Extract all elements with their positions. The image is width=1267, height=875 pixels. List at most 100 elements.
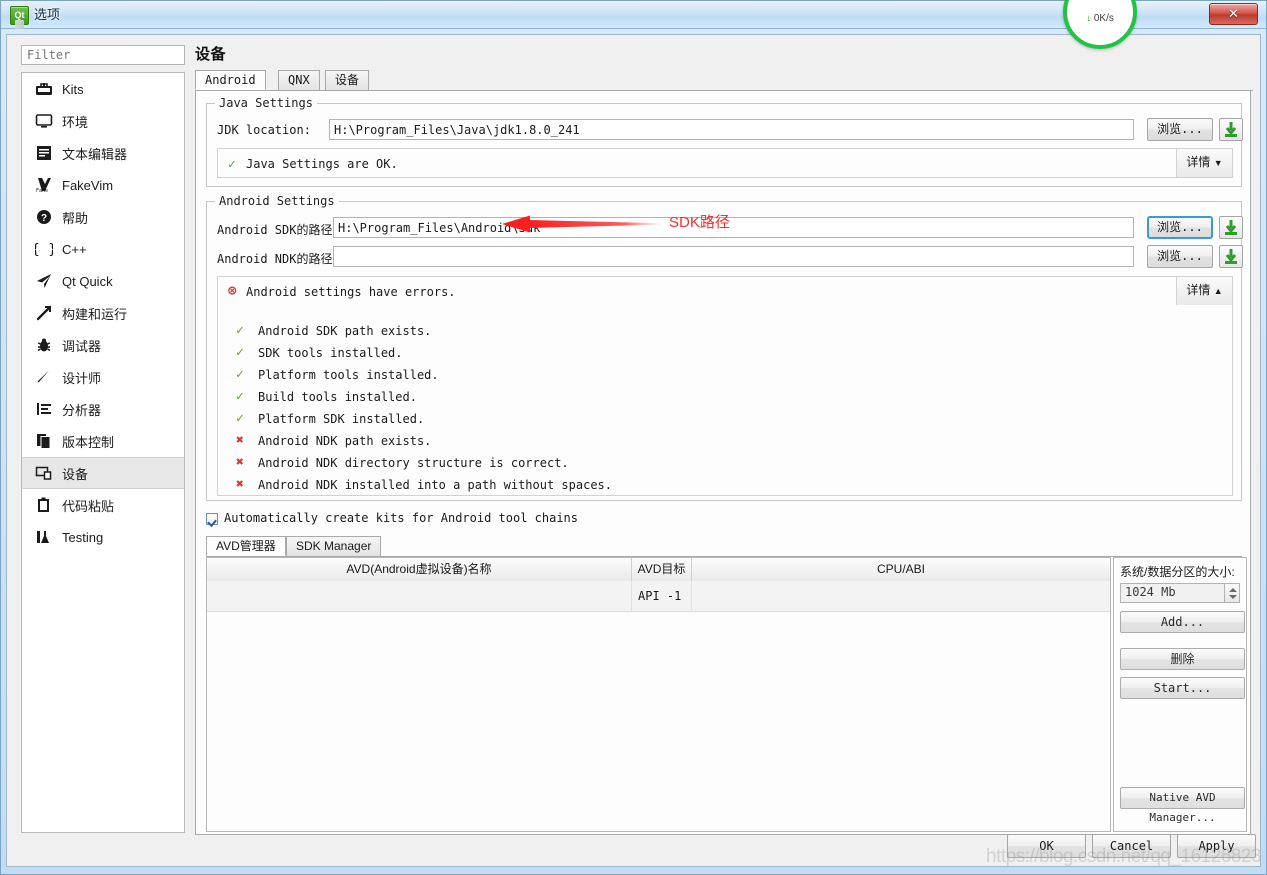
- sidebar-item-label: 文本编辑器: [62, 146, 128, 162]
- close-icon[interactable]: ✕: [1209, 3, 1258, 25]
- green-check-icon: ✓: [236, 345, 244, 360]
- java-settings-group: Java Settings JDK location: 浏览... ✓ Java…: [206, 96, 1243, 187]
- annotation-label: SDK路径: [669, 214, 730, 231]
- kits-icon: [32, 78, 56, 100]
- tab-device[interactable]: 设备: [325, 70, 370, 90]
- cancel-button[interactable]: Cancel: [1092, 834, 1171, 858]
- auto-create-kits-checkbox[interactable]: [206, 513, 218, 525]
- filter-input[interactable]: [21, 45, 185, 65]
- java-status-strip: ✓ Java Settings are OK. 详情 ▼: [217, 148, 1233, 178]
- android-sdk-browse-button[interactable]: 浏览...: [1147, 216, 1213, 239]
- android-ndk-browse-button[interactable]: 浏览...: [1147, 245, 1213, 268]
- column-header-cpu-abi[interactable]: CPU/ABI: [692, 558, 1110, 581]
- cell-avd-target: API -1: [632, 581, 692, 611]
- avd-table-header: AVD(Android虚拟设备)名称 AVD目标 CPU/ABI: [207, 558, 1110, 582]
- sidebar-item-environment[interactable]: 环境: [22, 105, 184, 137]
- delete-avd-button[interactable]: 删除: [1120, 648, 1245, 670]
- java-details-button[interactable]: 详情 ▼: [1176, 149, 1232, 177]
- ok-button[interactable]: OK: [1007, 834, 1086, 858]
- android-details-button[interactable]: 详情 ▲: [1176, 277, 1232, 305]
- window-title: 选项: [34, 7, 61, 22]
- java-settings-title: Java Settings: [215, 96, 317, 110]
- android-settings-group: Android Settings Android SDK的路径: 浏览... A…: [206, 194, 1243, 501]
- hammer-icon: [32, 302, 56, 324]
- chevron-down-icon: ▼: [1213, 158, 1223, 168]
- sidebar-item-fakevim[interactable]: Fake FakeVim: [22, 169, 184, 201]
- dialog-client-area: Kits 环境 文本编辑器 Fake FakeVim ? 帮助 { } C++: [6, 34, 1261, 867]
- table-row[interactable]: API -1: [207, 581, 1110, 612]
- sidebar-item-qt-quick[interactable]: Qt Quick: [22, 265, 184, 297]
- page-tab-bar: Android QNX 设备: [195, 70, 1253, 91]
- start-avd-button[interactable]: Start...: [1120, 677, 1245, 699]
- network-speed-upload: %: [1067, 0, 1133, 2]
- chevron-down-icon[interactable]: [1229, 595, 1237, 599]
- sidebar-item-analyzer[interactable]: 分析器: [22, 393, 184, 425]
- sidebar-item-label: C++: [62, 241, 87, 257]
- sidebar-item-label: 设计师: [62, 370, 102, 386]
- tab-avd-manager[interactable]: AVD管理器: [206, 536, 286, 556]
- sidebar-item-label: 帮助: [62, 210, 89, 226]
- sidebar-item-debugger[interactable]: 调试器: [22, 329, 184, 361]
- tab-android[interactable]: Android: [195, 70, 266, 90]
- android-sdk-label: Android SDK的路径:: [217, 223, 340, 237]
- chevron-up-icon[interactable]: [1229, 588, 1237, 592]
- green-check-icon: ✓: [228, 157, 236, 172]
- sidebar-item-version-control[interactable]: 版本控制: [22, 425, 184, 457]
- green-check-icon: ✓: [236, 389, 244, 404]
- android-sdk-input[interactable]: [333, 217, 1134, 238]
- android-status-strip: ⊗ Android settings have errors. 详情 ▲ ✓ An…: [217, 276, 1233, 496]
- red-cross-icon: ✖: [236, 477, 244, 492]
- tab-sdk-manager[interactable]: SDK Manager: [286, 536, 382, 556]
- column-header-avd-name[interactable]: AVD(Android虚拟设备)名称: [207, 558, 632, 581]
- sidebar-item-build-run[interactable]: 构建和运行: [22, 297, 184, 329]
- sidebar-item-cpp[interactable]: { } C++: [22, 233, 184, 265]
- sidebar-item-label: 环境: [62, 114, 89, 130]
- jdk-location-label: JDK location:: [217, 123, 311, 137]
- java-status-text: ✓ Java Settings are OK.: [228, 157, 398, 172]
- add-avd-button[interactable]: Add...: [1120, 611, 1245, 633]
- qt-logo-icon: Qt: [10, 6, 29, 25]
- svg-text:{ }: { }: [35, 242, 53, 257]
- sidebar-item-kits[interactable]: Kits: [22, 73, 184, 105]
- tab-qnx[interactable]: QNX: [278, 70, 320, 90]
- pen-icon: [32, 366, 56, 388]
- sidebar-item-code-paste[interactable]: 代码粘贴: [22, 489, 184, 521]
- android-sdk-download-arrow-icon[interactable]: [1219, 216, 1243, 239]
- android-ndk-input[interactable]: [333, 246, 1134, 267]
- avd-table[interactable]: AVD(Android虚拟设备)名称 AVD目标 CPU/ABI API -1: [206, 557, 1111, 832]
- native-avd-manager-button[interactable]: Native AVD Manager...: [1120, 787, 1245, 824]
- clipboard-icon: [32, 494, 56, 516]
- column-header-avd-target[interactable]: AVD目标: [632, 558, 692, 581]
- network-speed-download: ↓ 0K/s: [1067, 13, 1133, 24]
- red-cross-icon: ✖: [236, 433, 244, 448]
- check-item: ✓ Platform tools installed.: [236, 367, 439, 383]
- partition-size-stepper[interactable]: 1024 Mb: [1120, 583, 1240, 603]
- cell-avd-name: [207, 581, 632, 611]
- bug-icon: [32, 334, 56, 356]
- apply-button[interactable]: Apply: [1177, 834, 1256, 858]
- settings-category-list[interactable]: Kits 环境 文本编辑器 Fake FakeVim ? 帮助 { } C++: [21, 72, 185, 833]
- partition-size-spinner-buttons[interactable]: [1224, 583, 1240, 603]
- sidebar-item-label: 代码粘贴: [62, 498, 115, 514]
- check-item: ✓ SDK tools installed.: [236, 345, 403, 361]
- braces-icon: { }: [32, 238, 56, 260]
- sidebar-item-text-editor[interactable]: 文本编辑器: [22, 137, 184, 169]
- android-tab-content: Java Settings JDK location: 浏览... ✓ Java…: [195, 91, 1251, 835]
- jdk-browse-button[interactable]: 浏览...: [1147, 118, 1213, 141]
- sidebar-item-testing[interactable]: Testing: [22, 521, 184, 553]
- sidebar-item-designer[interactable]: 设计师: [22, 361, 184, 393]
- jdk-location-input[interactable]: [329, 119, 1134, 140]
- sidebar-item-label: 构建和运行: [62, 306, 128, 322]
- green-check-icon: ✓: [236, 367, 244, 382]
- avd-tab-bar: AVD管理器 SDK Manager: [206, 536, 1242, 557]
- green-check-icon: ✓: [236, 323, 244, 338]
- sidebar-item-help[interactable]: ? 帮助: [22, 201, 184, 233]
- options-dialog-window: Qt 选项 ✕ Kits 环境 文本编辑器 Fake FakeVim: [0, 0, 1267, 875]
- help-icon: ?: [32, 206, 56, 228]
- chevron-up-icon: ▲: [1213, 286, 1223, 296]
- jdk-download-arrow-icon[interactable]: [1219, 118, 1243, 141]
- sidebar-item-devices[interactable]: 设备: [22, 457, 184, 489]
- java-details-label: 详情: [1186, 155, 1211, 169]
- android-ndk-download-arrow-icon[interactable]: [1219, 245, 1243, 268]
- cell-cpu-abi: [692, 581, 1110, 611]
